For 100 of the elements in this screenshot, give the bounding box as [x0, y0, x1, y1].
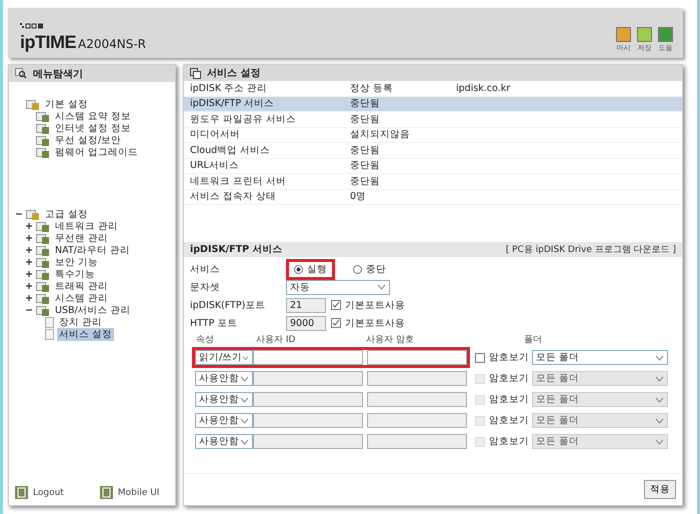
tool-icon[interactable] — [658, 27, 673, 42]
checkbox-label: 암호보기 — [489, 351, 529, 364]
folder-select[interactable]: 모든 폴더 — [532, 350, 668, 365]
tool-icon[interactable] — [637, 27, 652, 42]
tree-item[interactable]: 장치 관리 — [57, 316, 104, 328]
service-row[interactable]: Cloud백업 서비스 중단됨 — [184, 143, 682, 159]
brand-logo: ipTIME — [20, 32, 76, 53]
folder-icon — [36, 292, 50, 304]
tree-item[interactable]: 기본 설정 — [43, 98, 90, 110]
plus-icon[interactable] — [26, 235, 32, 241]
minus-icon[interactable] — [16, 211, 22, 217]
footer-link[interactable]: Mobile UI — [100, 486, 160, 499]
tree-item[interactable]: 무선 설정/보안 — [53, 134, 124, 146]
chevron-down-icon — [655, 354, 664, 360]
apply-button[interactable]: 적용 — [644, 480, 676, 499]
field-label: 문자셋 — [190, 280, 221, 294]
folder-icon — [36, 122, 50, 134]
checkbox[interactable] — [331, 300, 341, 310]
radio-option[interactable]: 중단 — [345, 258, 394, 280]
tree-item[interactable]: 펌웨어 업그레이드 — [53, 146, 140, 158]
service-name: 미디어서버 — [190, 128, 241, 142]
column-header: 사용자 암호 — [366, 334, 415, 346]
port-field[interactable]: 21 — [286, 298, 326, 312]
checkbox[interactable] — [331, 318, 341, 328]
plus-icon[interactable] — [26, 223, 32, 229]
field-label: ipDISK(FTP)포트 — [190, 298, 266, 312]
checkbox-label: 암호보기 — [489, 393, 529, 406]
service-row[interactable]: 서비스 접속자 상태 0명 — [184, 190, 682, 206]
checkbox-label: 암호보기 — [489, 435, 529, 448]
page-icon — [45, 328, 54, 340]
plus-icon[interactable] — [26, 247, 32, 253]
tree-item[interactable]: 네트워크 관리 — [53, 220, 120, 232]
attribute-select[interactable]: 읽기/쓰기 — [195, 350, 253, 365]
tree-item[interactable]: 시스템 요약 정보 — [53, 110, 134, 122]
checkbox[interactable] — [475, 352, 485, 362]
folder-icon — [36, 304, 50, 316]
plus-icon[interactable] — [26, 295, 32, 301]
chevron-down-icon — [655, 396, 664, 402]
field-label: 서비스 — [190, 262, 221, 276]
tree-item[interactable]: 고급 설정 — [43, 208, 90, 220]
tree-item[interactable]: 서비스 설정 — [57, 328, 114, 340]
service-address: ipdisk.co.kr — [455, 82, 512, 94]
tree-item[interactable]: 보안 기능 — [53, 256, 100, 268]
footer-link[interactable]: Logout — [15, 486, 64, 499]
service-name: ipDISK 주소 관리 — [190, 82, 268, 95]
service-status: 설치되지않음 — [350, 128, 411, 142]
folder-icon — [36, 134, 50, 146]
search-icon — [15, 68, 27, 79]
chevron-down-icon — [240, 438, 249, 444]
download-link[interactable]: [ PC용 ipDISK Drive 프로그램 다운로드 ] — [506, 242, 676, 256]
plus-icon[interactable] — [26, 259, 32, 265]
folder-icon — [36, 256, 50, 268]
service-name: Cloud백업 서비스 — [190, 144, 272, 157]
chevron-down-icon — [240, 418, 249, 424]
tree-item[interactable]: NAT/라우터 관리 — [53, 244, 132, 256]
checkbox-label: 암호보기 — [489, 414, 529, 427]
tree-item[interactable]: 무선랜 관리 — [53, 232, 110, 244]
service-name: 윈도우 파일공유 서비스 — [190, 112, 298, 126]
tree-item[interactable]: USB/서비스 관리 — [53, 304, 133, 316]
user-id-field[interactable] — [253, 350, 363, 365]
field-label: HTTP 포트 — [190, 316, 238, 330]
checkbox-label: 기본포트사용 — [345, 298, 405, 312]
folder-icon — [36, 232, 50, 244]
column-header: 속성 — [196, 334, 215, 346]
service-status: 정상 등록 — [350, 82, 394, 95]
folder-icon — [26, 98, 40, 110]
service-name: URL서비스 — [190, 159, 240, 172]
chevron-down-icon — [655, 418, 664, 424]
folder-icon — [36, 280, 50, 292]
column-header: 폴더 — [523, 334, 543, 346]
plus-icon[interactable] — [26, 283, 32, 289]
tool-icon[interactable] — [616, 27, 631, 42]
checkbox-label: 기본포트사용 — [345, 316, 405, 330]
plus-icon[interactable] — [26, 271, 32, 277]
windows-icon — [190, 68, 201, 79]
password-field[interactable] — [367, 350, 467, 365]
minus-icon[interactable] — [26, 307, 32, 313]
service-row[interactable]: 네트워크 프린터 서버 중단됨 — [184, 174, 682, 190]
chevron-down-icon — [655, 438, 664, 444]
column-header: 사용자 ID — [256, 334, 296, 346]
service-row[interactable]: 미디어서버 설치되지않음 — [184, 128, 682, 144]
tree-item[interactable]: 트래픽 관리 — [53, 280, 110, 292]
checkbox-label: 암호보기 — [489, 372, 529, 385]
panel-title: 서비스 설정 — [207, 67, 260, 80]
tree-item[interactable]: 특수기능 — [53, 268, 97, 280]
service-row[interactable]: URL서비스 중단됨 — [184, 158, 682, 174]
sidebar-title: 메뉴탐색기 — [33, 68, 83, 80]
folder-icon — [36, 268, 50, 280]
folder-icon — [36, 220, 50, 232]
service-status: 중단됨 — [350, 112, 381, 126]
service-row[interactable]: ipDISK/FTP 서비스 중단됨 — [184, 96, 682, 112]
tree-item[interactable]: 시스템 관리 — [53, 292, 110, 304]
service-row[interactable]: 윈도우 파일공유 서비스 중단됨 — [184, 112, 682, 128]
folder-icon — [26, 208, 40, 220]
chevron-down-icon — [240, 396, 249, 402]
tree-item[interactable]: 인터넷 설정 정보 — [53, 122, 134, 134]
folder-icon — [36, 146, 50, 158]
port-field[interactable]: 9000 — [286, 316, 326, 330]
chevron-down-icon — [242, 354, 249, 360]
charset-select[interactable]: 자동 — [286, 280, 390, 294]
